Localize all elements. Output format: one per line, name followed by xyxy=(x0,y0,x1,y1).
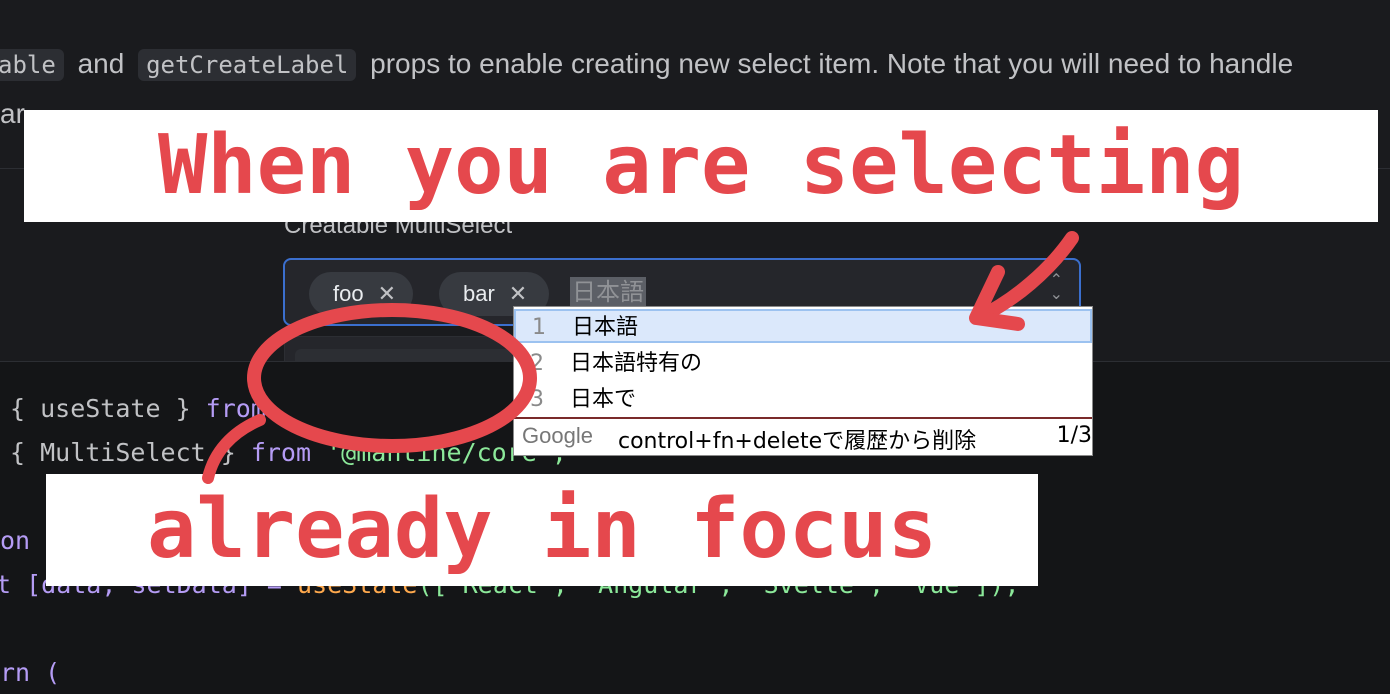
chevron-down-icon: ⌄ xyxy=(1049,286,1063,303)
chevron-selector-icon[interactable]: ⌃ ⌄ xyxy=(1049,273,1063,303)
ime-page-indicator: 1/3 xyxy=(1056,423,1092,448)
chip-foo: foo ✕ xyxy=(309,272,413,316)
doc-text-props: props to enable creating new select item… xyxy=(370,48,1294,79)
doc-text-and: and xyxy=(77,48,125,79)
remove-chip-icon[interactable]: ✕ xyxy=(378,281,396,307)
code-line-2: { MultiSelect } from '@mantine/core'; xyxy=(10,438,567,467)
ime-candidate-2[interactable]: 2 日本語特有の xyxy=(514,347,1092,381)
annotation-banner-bottom: already in focus xyxy=(46,474,1038,586)
remove-chip-icon[interactable]: ✕ xyxy=(509,281,527,307)
multiselect-search-text[interactable]: 日本語 xyxy=(570,277,646,309)
ime-candidate-1[interactable]: 1 日本語 xyxy=(514,309,1092,343)
ime-hint-text: control+fn+deleteで履歴から削除 xyxy=(618,429,977,454)
doc-paragraph-line-1: able and getCreateLabel props to enable … xyxy=(0,48,1293,81)
inline-code-getcreatelabel: getCreateLabel xyxy=(138,49,357,81)
ime-candidate-3[interactable]: 3 日本で xyxy=(514,383,1092,417)
ime-candidate-window: 1 日本語 2 日本語特有の 3 日本で Google control+fn+d… xyxy=(513,306,1093,456)
chip-label: foo xyxy=(333,281,364,306)
annotation-banner-top: When you are selecting xyxy=(24,110,1378,222)
google-logo: Google xyxy=(522,423,593,448)
ime-footer: Google control+fn+deleteで履歴から削除 1/3 xyxy=(514,419,1092,455)
code-line-5: rn ( xyxy=(0,658,61,687)
inline-code-creatable: able xyxy=(0,49,64,81)
chip-label: bar xyxy=(463,281,495,306)
code-line-1: { useState } from xyxy=(10,394,266,423)
